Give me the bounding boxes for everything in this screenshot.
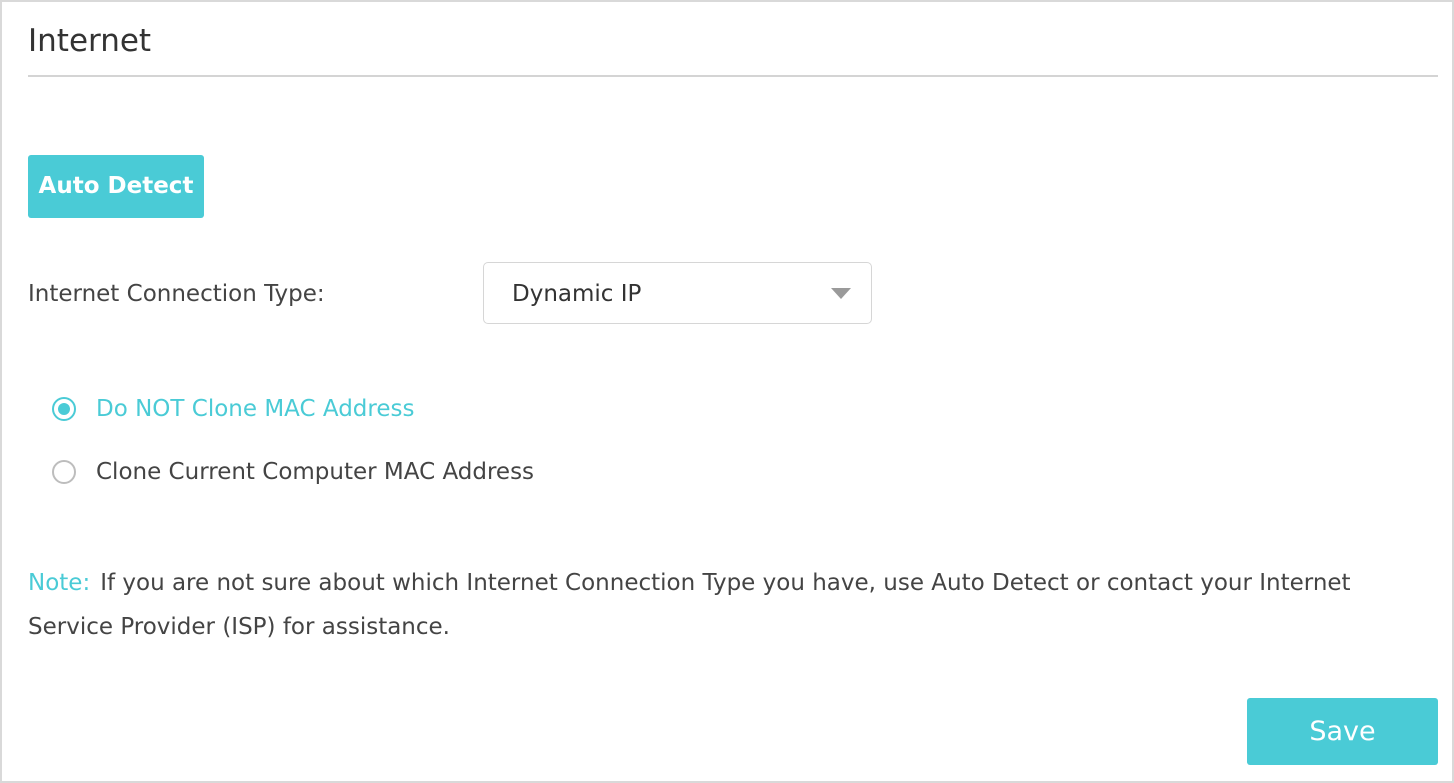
page-title: Internet bbox=[28, 23, 152, 59]
connection-type-select[interactable]: Dynamic IP bbox=[483, 262, 872, 324]
connection-type-label: Internet Connection Type: bbox=[28, 281, 325, 307]
radio-do-not-clone-mac[interactable]: Do NOT Clone MAC Address bbox=[52, 392, 414, 426]
radio-label-clone-current: Clone Current Computer MAC Address bbox=[96, 459, 535, 485]
title-divider bbox=[28, 75, 1438, 77]
connection-type-value: Dynamic IP bbox=[512, 281, 642, 307]
internet-settings-panel: Internet Auto Detect Internet Connection… bbox=[0, 0, 1454, 783]
auto-detect-button[interactable]: Auto Detect bbox=[28, 155, 204, 218]
radio-label-do-not-clone: Do NOT Clone MAC Address bbox=[96, 396, 415, 422]
radio-clone-computer-mac[interactable]: Clone Current Computer MAC Address bbox=[52, 455, 534, 489]
chevron-down-icon[interactable] bbox=[831, 288, 851, 299]
help-note: Note: If you are not sure about which Int… bbox=[28, 561, 1428, 649]
radio-unchecked-icon[interactable] bbox=[52, 460, 76, 484]
radio-checked-icon[interactable] bbox=[52, 397, 76, 421]
note-text: If you are not sure about which Internet… bbox=[28, 570, 1351, 640]
note-label: Note: bbox=[28, 570, 91, 596]
save-button[interactable]: Save bbox=[1247, 698, 1438, 765]
